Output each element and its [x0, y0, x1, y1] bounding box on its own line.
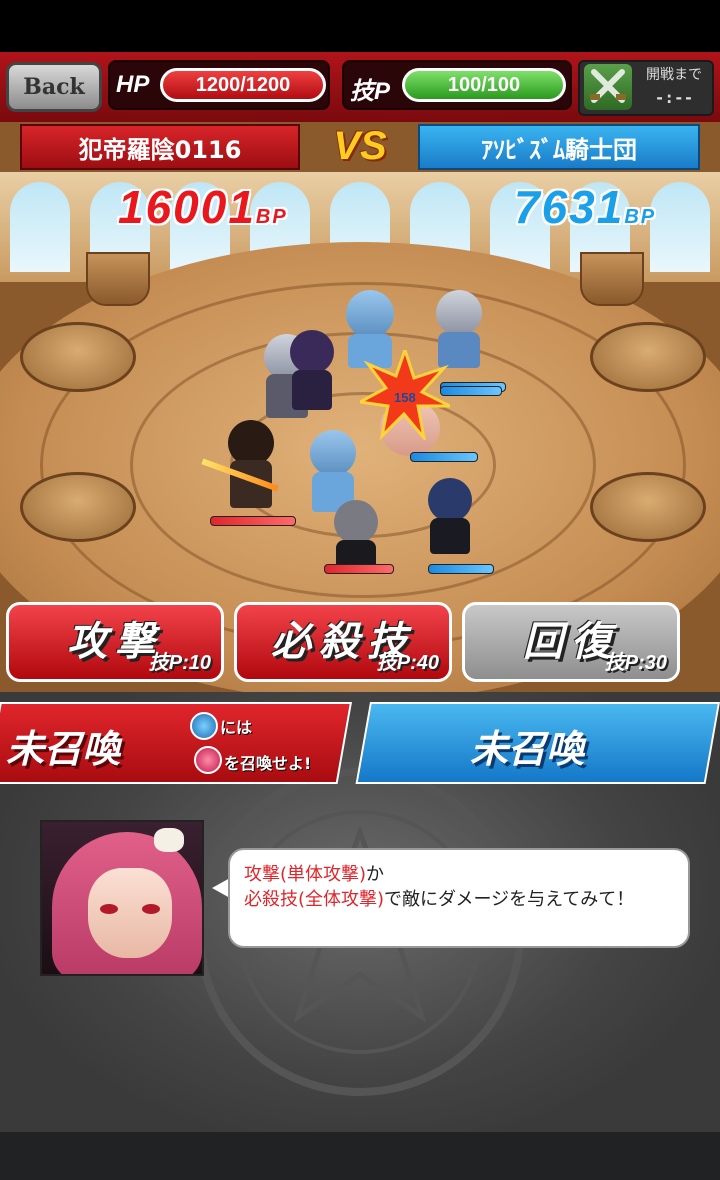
character-head [290, 330, 334, 374]
avatar-face [88, 868, 172, 958]
avatar-eye [100, 904, 118, 914]
character-head [346, 290, 394, 338]
character-head [436, 290, 482, 336]
status-bar [0, 0, 720, 52]
battle-points-right-value: 7631 [514, 181, 625, 233]
tutorial-special-hint: 必殺技(全体攻撃) [244, 889, 385, 910]
urn [86, 252, 150, 306]
system-nav-bar [0, 1132, 720, 1180]
battle-points-left-unit: BP [255, 206, 288, 228]
dais [590, 322, 706, 392]
skill-points-label: 技P [350, 78, 391, 105]
heal-cost: 技P:30 [604, 652, 667, 674]
arena-window [10, 182, 70, 272]
tutorial-attack-hint: 攻撃(単体攻撃) [244, 864, 367, 885]
attack-button[interactable]: 攻撃 技P:10 [6, 602, 224, 682]
avatar-eye [142, 904, 160, 914]
special-attack-button[interactable]: 必殺技 技P:40 [234, 602, 452, 682]
urn [580, 252, 644, 306]
character-head [428, 478, 472, 522]
hp-bar [210, 516, 296, 526]
heal-button[interactable]: 回復 技P:30 [462, 602, 680, 682]
hp-bar [428, 564, 494, 574]
damage-popup: 158 [394, 390, 416, 405]
summon-hint: には を召喚せよ! [190, 708, 340, 778]
battle-points-left-value: 16001 [118, 181, 256, 233]
battle-points-right-unit: BP [624, 206, 657, 228]
battle-points-left: 16001BP [118, 180, 318, 236]
hp-label: HP [116, 71, 150, 98]
battle-start-label: 開戦まで [646, 67, 702, 83]
hp-value: 1200/1200 [160, 68, 326, 102]
hp-bar [410, 452, 478, 462]
heart-crest-icon [194, 746, 222, 774]
crossed-swords-icon [584, 64, 632, 110]
blue-crest-icon [190, 712, 218, 740]
dais [20, 322, 136, 392]
hp-bar [324, 564, 394, 574]
special-attack-cost: 技P:40 [376, 652, 439, 674]
tutorial-speech-bubble: 攻撃(単体攻撃)か必殺技(全体攻撃)で敵にダメージを与えてみて！ [228, 848, 690, 948]
tutorial-text: で敵にダメージを与えてみて！ [384, 889, 635, 910]
summon-slot-left-label: 未召喚 [6, 727, 121, 771]
vs-label: VS [333, 124, 387, 168]
character-head [334, 500, 378, 544]
dais [590, 472, 706, 542]
team-name-left: 犯帝羅陰0116 [20, 124, 300, 170]
character-head [310, 430, 356, 476]
summon-slot-right-label: 未召喚 [470, 727, 585, 771]
team-name-right: ｱｿﾋﾞｽﾞﾑ騎士団 [418, 124, 700, 170]
skill-points-value: 100/100 [402, 68, 566, 102]
character-body [292, 370, 332, 410]
tutorial-text: か [366, 864, 385, 885]
summon-hint-line1: には [220, 718, 253, 737]
back-button[interactable]: Back [6, 62, 102, 112]
battle-start-time: -:-- [654, 88, 694, 107]
character-body [430, 518, 470, 554]
dais [20, 472, 136, 542]
summon-hint-line2: を召喚せよ! [224, 754, 312, 773]
hair-ribbon-icon [154, 828, 184, 852]
advisor-avatar [40, 820, 204, 976]
battle-points-right: 7631BP [514, 180, 714, 236]
attack-cost: 技P:10 [148, 652, 211, 674]
